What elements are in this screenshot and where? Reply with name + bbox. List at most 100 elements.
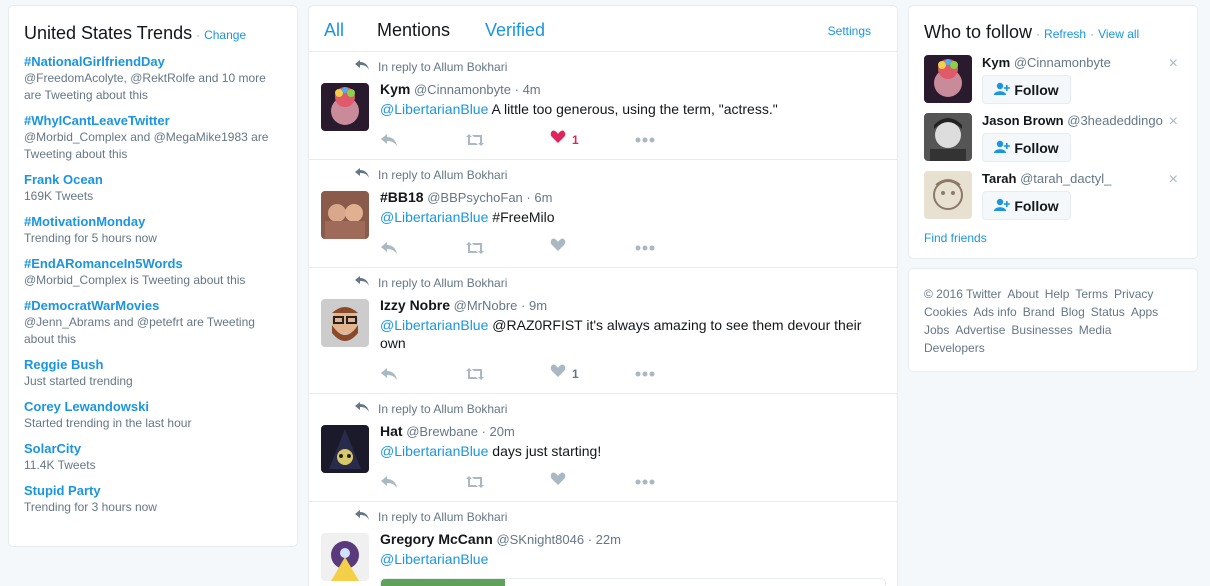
author-name[interactable]: Hat	[380, 423, 403, 439]
author-handle[interactable]: @Brewbane	[406, 424, 478, 439]
author-name[interactable]: Gregory McCann	[380, 531, 493, 547]
footer-link[interactable]: Brand	[1023, 303, 1055, 321]
trend-name[interactable]: #WhyICantLeaveTwitter	[24, 112, 282, 129]
user-handle[interactable]: @tarah_dactyl_	[1020, 171, 1111, 186]
trend-name[interactable]: Corey Lewandowski	[24, 398, 282, 415]
media-preview[interactable]	[380, 578, 886, 586]
refresh-link[interactable]: Refresh	[1044, 27, 1086, 41]
reply-context[interactable]: In reply to Allum Bokhari	[354, 167, 507, 182]
trend-name[interactable]: Stupid Party	[24, 482, 282, 499]
retweet-button[interactable]	[465, 475, 550, 489]
like-button[interactable]: 1	[550, 364, 635, 383]
change-trends-link[interactable]: Change	[204, 28, 246, 42]
author-handle[interactable]: @MrNobre	[454, 298, 518, 313]
settings-link[interactable]: Settings	[828, 24, 871, 38]
like-button[interactable]	[550, 238, 635, 257]
trend-item[interactable]: #EndARomanceIn5Words @Morbid_Complex is T…	[24, 255, 282, 289]
trend-item[interactable]: Reggie Bush Just started trending	[24, 356, 282, 390]
trend-name[interactable]: #EndARomanceIn5Words	[24, 255, 282, 272]
footer-link[interactable]: About	[1007, 285, 1038, 303]
timestamp[interactable]: · 4m	[515, 82, 541, 97]
tab-all[interactable]: All	[324, 20, 344, 41]
avatar[interactable]	[321, 191, 369, 239]
mention-link[interactable]: @LibertarianBlue	[380, 443, 488, 459]
author-handle[interactable]: @SKnight8046	[496, 532, 584, 547]
author-handle[interactable]: @BBPsychoFan	[427, 190, 523, 205]
trend-name[interactable]: #DemocratWarMovies	[24, 297, 282, 314]
follow-button[interactable]: Follow	[982, 191, 1071, 220]
follow-button[interactable]: Follow	[982, 133, 1071, 162]
more-button[interactable]	[635, 245, 720, 251]
trend-item[interactable]: Frank Ocean 169K Tweets	[24, 171, 282, 205]
footer-link[interactable]: Blog	[1061, 303, 1085, 321]
retweet-button[interactable]	[465, 133, 550, 147]
avatar[interactable]	[321, 425, 369, 473]
user-name[interactable]: Tarah	[982, 171, 1016, 186]
trend-item[interactable]: #WhyICantLeaveTwitter @Morbid_Complex and…	[24, 112, 282, 163]
trend-item[interactable]: Stupid Party Trending for 3 hours now	[24, 482, 282, 516]
footer-link[interactable]: Help	[1045, 285, 1070, 303]
trend-name[interactable]: #NationalGirlfriendDay	[24, 53, 282, 70]
footer-link[interactable]: Terms	[1075, 285, 1108, 303]
reply-button[interactable]	[380, 133, 465, 147]
mention-link[interactable]: @LibertarianBlue	[380, 101, 488, 117]
author-name[interactable]: Izzy Nobre	[380, 297, 450, 313]
tweet[interactable]: In reply to Allum Bokhari Hat @Brewbane ·…	[309, 394, 897, 502]
tweet[interactable]: In reply to Allum Bokhari Izzy Nobre @MrN…	[309, 268, 897, 394]
timestamp[interactable]: · 22m	[588, 532, 621, 547]
mention-link[interactable]: @LibertarianBlue	[380, 317, 488, 333]
trend-name[interactable]: SolarCity	[24, 440, 282, 457]
trend-name[interactable]: #MotivationMonday	[24, 213, 282, 230]
reply-context[interactable]: In reply to Allum Bokhari	[354, 509, 507, 524]
tweet[interactable]: In reply to Allum Bokhari Gregory McCann …	[309, 502, 897, 586]
more-button[interactable]	[635, 371, 720, 377]
more-button[interactable]	[635, 479, 720, 485]
tab-verified[interactable]: Verified	[485, 20, 545, 41]
reply-context[interactable]: In reply to Allum Bokhari	[354, 401, 507, 416]
like-button[interactable]	[550, 472, 635, 491]
user-name[interactable]: Kym	[982, 55, 1010, 70]
footer-link[interactable]: Privacy	[1114, 285, 1153, 303]
timestamp[interactable]: · 9m	[521, 298, 547, 313]
trend-name[interactable]: Frank Ocean	[24, 171, 282, 188]
find-friends-link[interactable]: Find friends	[924, 231, 987, 245]
reply-context[interactable]: In reply to Allum Bokhari	[354, 275, 507, 290]
tweet[interactable]: In reply to Allum Bokhari Kym @Cinnamonby…	[309, 52, 897, 160]
dismiss-icon[interactable]: ×	[1169, 56, 1178, 72]
timestamp[interactable]: · 6m	[526, 190, 552, 205]
footer-link[interactable]: Ads info	[973, 303, 1016, 321]
user-handle[interactable]: @Cinnamonbyte	[1014, 55, 1111, 70]
author-name[interactable]: Kym	[380, 81, 410, 97]
footer-link[interactable]: Status	[1091, 303, 1125, 321]
retweet-button[interactable]	[465, 241, 550, 255]
author-name[interactable]: #BB18	[380, 189, 424, 205]
footer-link[interactable]: Jobs	[924, 321, 949, 339]
avatar[interactable]	[924, 113, 972, 161]
user-handle[interactable]: @3headeddingo	[1067, 113, 1163, 128]
mention-link[interactable]: @LibertarianBlue	[380, 209, 488, 225]
footer-link[interactable]: Apps	[1131, 303, 1158, 321]
trend-name[interactable]: Reggie Bush	[24, 356, 282, 373]
timestamp[interactable]: · 20m	[482, 424, 515, 439]
retweet-button[interactable]	[465, 367, 550, 381]
trend-item[interactable]: #MotivationMonday Trending for 5 hours no…	[24, 213, 282, 247]
avatar[interactable]	[321, 533, 369, 581]
reply-button[interactable]	[380, 241, 465, 255]
reply-button[interactable]	[380, 475, 465, 489]
reply-context[interactable]: In reply to Allum Bokhari	[354, 59, 507, 74]
avatar[interactable]	[321, 83, 369, 131]
footer-link[interactable]: Businesses	[1011, 321, 1072, 339]
tweet[interactable]: In reply to Allum Bokhari #BB18 @BBPsycho…	[309, 160, 897, 268]
trend-item[interactable]: #DemocratWarMovies @Jenn_Abrams and @pete…	[24, 297, 282, 348]
mention-link[interactable]: @LibertarianBlue	[380, 551, 488, 567]
dismiss-icon[interactable]: ×	[1169, 114, 1178, 130]
follow-button[interactable]: Follow	[982, 75, 1071, 104]
dismiss-icon[interactable]: ×	[1169, 172, 1178, 188]
trend-item[interactable]: Corey Lewandowski Started trending in the…	[24, 398, 282, 432]
view-all-link[interactable]: View all	[1098, 27, 1139, 41]
tab-mentions[interactable]: Mentions	[377, 20, 450, 41]
like-button[interactable]: 1	[550, 130, 635, 149]
trend-item[interactable]: #NationalGirlfriendDay @FreedomAcolyte, @…	[24, 53, 282, 104]
footer-link[interactable]: Media	[1079, 321, 1112, 339]
trend-item[interactable]: SolarCity 11.4K Tweets	[24, 440, 282, 474]
